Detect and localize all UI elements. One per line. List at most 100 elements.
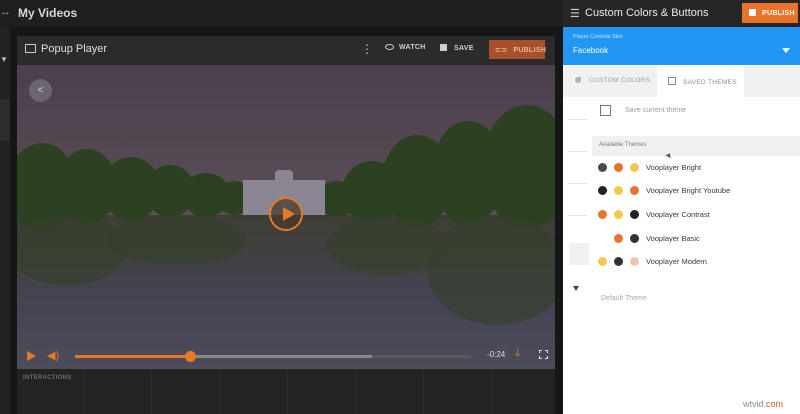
video-frame[interactable]: < — [17, 65, 555, 369]
tree-reflection — [427, 215, 555, 325]
panel-header: ☰ Custom Colors & Buttons PUBLISH — [563, 0, 800, 27]
theme-row[interactable]: Vooplayer Modern — [592, 251, 800, 274]
theme-name: Vooplayer Bright — [646, 163, 702, 172]
watermark: wtvid.com — [743, 399, 783, 409]
player-header: Popup Player ⋮ WATCH SAVE ⊂⊃ PUBLISH — [17, 36, 555, 65]
tab-saved-themes[interactable]: SAVED THEMES — [657, 65, 744, 97]
theme-row[interactable]: Vooplayer Bright — [592, 157, 800, 180]
chevron-down-icon[interactable] — [573, 286, 579, 291]
theme-row[interactable]: Vooplayer Bright Youtube — [592, 180, 800, 203]
save-button[interactable]: SAVE — [440, 44, 474, 52]
theme-row[interactable]: Vooplayer Contrast — [592, 204, 800, 227]
page-title: My Videos — [18, 6, 78, 20]
color-swatch — [598, 163, 607, 172]
color-swatch — [614, 163, 623, 172]
color-swatch — [614, 210, 623, 219]
theme-row[interactable]: Vooplayer Basic — [592, 228, 800, 251]
fullscreen-icon[interactable] — [539, 350, 548, 359]
left-sidebar: ▼ — [0, 27, 10, 414]
player-title: Popup Player — [41, 43, 108, 55]
publish-label: PUBLISH — [762, 10, 795, 17]
color-swatch — [630, 257, 639, 266]
droplet-icon — [575, 77, 581, 83]
disk-icon — [749, 9, 756, 16]
palace-dome — [275, 170, 293, 182]
side-block — [569, 243, 589, 265]
color-swatch — [630, 234, 639, 243]
timeline-divider — [491, 369, 492, 414]
divider — [569, 119, 587, 120]
divider — [569, 151, 587, 152]
watch-label: WATCH — [399, 44, 426, 51]
color-swatch — [614, 257, 623, 266]
panel-title: Custom Colors & Buttons — [585, 7, 709, 19]
top-bar: ↔ My Videos — [0, 0, 563, 27]
player-icon — [25, 44, 36, 53]
app-window: ↔ My Videos ▼ Popup Player ⋮ WATCH SAVE … — [0, 0, 800, 414]
save-label: SAVE — [454, 45, 474, 52]
tree-reflection — [107, 215, 247, 265]
color-swatch — [614, 186, 623, 195]
interactions-timeline: INTERACTIONS — [17, 369, 555, 414]
more-vertical-icon[interactable]: ⋮ — [361, 42, 373, 56]
timeline-divider — [151, 369, 152, 414]
timeline-divider — [287, 369, 288, 414]
sliders-icon: ☰ — [570, 8, 580, 20]
color-swatch — [630, 210, 639, 219]
publish-button[interactable]: PUBLISH — [742, 3, 798, 23]
available-themes-header: Available Themes — [592, 136, 800, 156]
eye-icon — [385, 44, 394, 50]
disk-icon — [440, 44, 447, 51]
expand-icon[interactable]: ↔ — [0, 6, 11, 18]
theme-name: Vooplayer Contrast — [646, 210, 710, 219]
theme-name: Vooplayer Modern — [646, 257, 707, 266]
publish-button[interactable]: ⊂⊃ PUBLISH — [489, 40, 547, 59]
copy-icon — [668, 77, 676, 85]
panel-side-gutter — [563, 97, 592, 414]
tab-label: CUSTOM COLORS — [589, 77, 651, 84]
share-icon[interactable]: < — [29, 79, 52, 102]
theme-name: Vooplayer Bright Youtube — [646, 186, 731, 195]
color-swatch — [614, 234, 623, 243]
publish-label: PUBLISH — [513, 47, 547, 54]
link-icon: ⊂⊃ — [495, 47, 508, 54]
watch-button[interactable]: WATCH — [385, 44, 426, 51]
skin-value: Facebook — [573, 46, 609, 55]
color-swatch — [630, 163, 639, 172]
tab-label: SAVED THEMES — [683, 79, 737, 86]
default-theme-label: Default Theme — [601, 295, 647, 302]
timeline-divider — [83, 369, 84, 414]
big-play-button[interactable] — [269, 197, 303, 231]
save-theme-checkbox[interactable] — [600, 105, 611, 116]
tab-custom-colors[interactable]: CUSTOM COLORS — [563, 65, 657, 97]
timeline-divider — [423, 369, 424, 414]
color-swatch — [598, 257, 607, 266]
chevron-down-icon[interactable]: ▼ — [0, 55, 8, 64]
divider — [569, 183, 587, 184]
watermark-tld: .com — [763, 399, 784, 409]
available-themes-label: Available Themes — [599, 142, 647, 148]
player-controls: ◀) -0:24 ⤓ — [17, 341, 555, 369]
timeline-divider — [355, 369, 356, 414]
timeline-divider — [219, 369, 220, 414]
color-swatch — [598, 210, 607, 219]
skin-label: Player Controls Skin — [573, 34, 623, 40]
watermark-name: wtvid — [743, 399, 764, 409]
chevron-down-icon — [782, 48, 790, 53]
skin-select[interactable]: Player Controls Skin Facebook — [563, 27, 800, 65]
progress-fill — [75, 355, 190, 358]
save-theme-label: Save current theme — [625, 107, 687, 114]
progress-handle[interactable] — [184, 351, 196, 362]
interactions-label: INTERACTIONS — [23, 375, 72, 381]
sidebar-item[interactable] — [0, 99, 10, 141]
player-card: Popup Player ⋮ WATCH SAVE ⊂⊃ PUBLISH < ◀… — [17, 36, 555, 414]
panel-tabs: CUSTOM COLORS SAVED THEMES — [563, 65, 800, 97]
volume-icon[interactable]: ◀) — [47, 349, 59, 362]
time-remaining: -0:24 — [487, 350, 506, 359]
customize-panel: ☰ Custom Colors & Buttons PUBLISH Player… — [563, 0, 800, 414]
theme-name: Vooplayer Basic — [646, 234, 700, 243]
color-swatch — [598, 186, 607, 195]
divider — [569, 215, 587, 216]
play-icon[interactable] — [27, 351, 36, 361]
download-icon[interactable]: ⤓ — [515, 347, 520, 360]
